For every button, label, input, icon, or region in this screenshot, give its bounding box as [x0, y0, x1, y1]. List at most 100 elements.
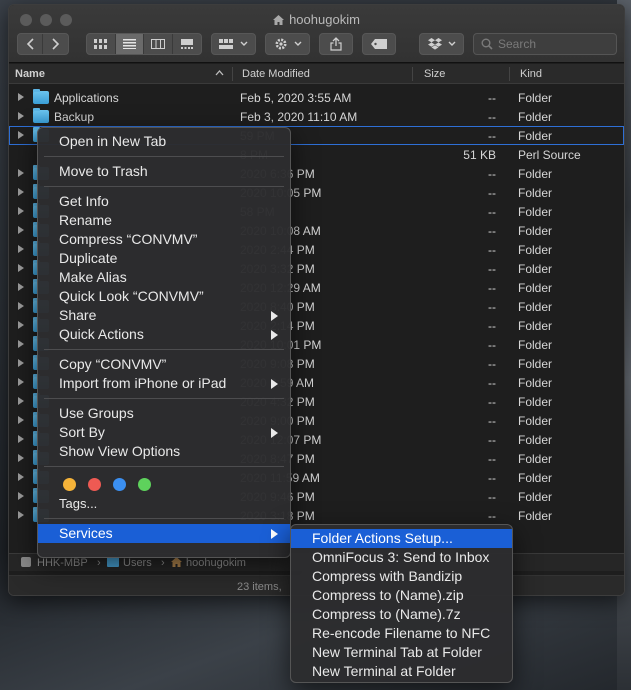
disclosure-triangle-icon[interactable]: [18, 112, 24, 120]
gallery-icon: [180, 39, 193, 49]
table-row[interactable]: Applications Feb 5, 2020 3:55 AM -- Folder: [9, 88, 624, 107]
disclosure-triangle-icon[interactable]: [18, 283, 24, 291]
columns-icon: [150, 39, 165, 49]
column-date-header[interactable]: Date Modified: [242, 68, 310, 80]
menu-separator: [44, 349, 284, 350]
menu-item-tags[interactable]: Tags...: [38, 494, 290, 513]
disclosure-triangle-icon[interactable]: [18, 340, 24, 348]
dropbox-button[interactable]: [419, 33, 464, 55]
menu-item-quick-actions-label: Quick Actions: [59, 326, 144, 342]
disclosure-triangle-icon[interactable]: [18, 169, 24, 177]
icon-view-button[interactable]: [87, 34, 116, 54]
column-separator[interactable]: [232, 67, 233, 81]
disclosure-triangle-icon[interactable]: [18, 435, 24, 443]
menu-item-share[interactable]: Share: [38, 306, 290, 325]
row-size: --: [488, 224, 496, 238]
list-view-button[interactable]: [115, 34, 144, 54]
disclosure-triangle-icon[interactable]: [18, 93, 24, 101]
row-size: --: [488, 414, 496, 428]
forward-button[interactable]: [43, 34, 68, 54]
disclosure-triangle-icon[interactable]: [18, 207, 24, 215]
submenu-arrow-icon: [271, 330, 278, 340]
column-name-header[interactable]: Name: [15, 68, 45, 80]
services-item[interactable]: Folder Actions Setup...: [291, 529, 512, 548]
row-kind: Folder: [518, 91, 553, 105]
back-button[interactable]: [18, 34, 44, 54]
row-kind: Folder: [518, 262, 553, 276]
column-view-button[interactable]: [144, 34, 173, 54]
search-field[interactable]: Search: [473, 33, 617, 55]
disclosure-triangle-icon[interactable]: [18, 511, 24, 519]
view-mode-switcher: [86, 33, 202, 55]
disclosure-triangle-icon[interactable]: [18, 416, 24, 424]
menu-item-show-view-options[interactable]: Show View Options: [38, 442, 290, 461]
services-item[interactable]: Compress with Bandizip: [291, 567, 512, 586]
row-kind: Folder: [518, 509, 553, 523]
gallery-view-button[interactable]: [173, 34, 201, 54]
disclosure-triangle-icon[interactable]: [18, 321, 24, 329]
disclosure-triangle-icon[interactable]: [18, 359, 24, 367]
menu-item-move-to-trash[interactable]: Move to Trash: [38, 162, 290, 181]
disclosure-triangle-icon[interactable]: [18, 226, 24, 234]
dropbox-icon: [427, 38, 442, 50]
menu-item-quick-actions[interactable]: Quick Actions: [38, 325, 290, 344]
menu-item-duplicate[interactable]: Duplicate: [38, 249, 290, 268]
table-row[interactable]: Backup Feb 3, 2020 11:10 AM -- Folder: [9, 107, 624, 126]
disclosure-triangle-icon[interactable]: [18, 264, 24, 272]
services-item[interactable]: Compress to (Name).zip: [291, 586, 512, 605]
disclosure-triangle-icon[interactable]: [18, 302, 24, 310]
disclosure-triangle-icon[interactable]: [18, 492, 24, 500]
disclosure-triangle-icon[interactable]: [18, 245, 24, 253]
path-drive[interactable]: HHK-MBP: [37, 557, 88, 569]
disclosure-triangle-icon[interactable]: [18, 131, 24, 139]
share-button[interactable]: [319, 33, 353, 55]
disclosure-triangle-icon[interactable]: [18, 397, 24, 405]
disclosure-triangle-icon[interactable]: [18, 473, 24, 481]
row-kind: Folder: [518, 129, 553, 143]
column-size-header[interactable]: Size: [424, 68, 445, 80]
row-size: --: [488, 91, 496, 105]
group-by-button[interactable]: [211, 33, 256, 55]
disclosure-triangle-icon[interactable]: [18, 188, 24, 196]
menu-item-get-info[interactable]: Get Info: [38, 192, 290, 211]
menu-item-make-alias[interactable]: Make Alias: [38, 268, 290, 287]
column-kind-header[interactable]: Kind: [520, 68, 542, 80]
menu-item-sort-by[interactable]: Sort By: [38, 423, 290, 442]
tag-red-dot[interactable]: [88, 478, 101, 491]
column-separator[interactable]: [412, 67, 413, 81]
row-size: --: [488, 262, 496, 276]
menu-item-services[interactable]: Services: [38, 524, 290, 543]
menu-item-import-iphone[interactable]: Import from iPhone or iPad: [38, 374, 290, 393]
menu-item-use-groups[interactable]: Use Groups: [38, 404, 290, 423]
tag-color-picker: [38, 472, 290, 494]
services-item[interactable]: OmniFocus 3: Send to Inbox: [291, 548, 512, 567]
edit-tags-button[interactable]: [362, 33, 396, 55]
tag-green-dot[interactable]: [138, 478, 151, 491]
menu-item-quick-look[interactable]: Quick Look “CONVMV”: [38, 287, 290, 306]
menu-separator: [44, 156, 284, 157]
disclosure-triangle-icon[interactable]: [18, 378, 24, 386]
menu-item-open-new-tab[interactable]: Open in New Tab: [38, 132, 290, 151]
services-item[interactable]: Re-encode Filename to NFC: [291, 624, 512, 643]
path-home[interactable]: hoohugokim: [186, 557, 246, 569]
context-menu: Open in New Tab Move to Trash Get Info R…: [37, 127, 291, 558]
services-item[interactable]: New Terminal at Folder: [291, 662, 512, 681]
menu-item-copy[interactable]: Copy “CONVMV”: [38, 355, 290, 374]
row-size: --: [488, 186, 496, 200]
tag-orange-dot[interactable]: [63, 478, 76, 491]
row-kind: Folder: [518, 319, 553, 333]
path-users[interactable]: Users: [123, 557, 152, 569]
chevron-left-icon: [26, 38, 34, 50]
column-separator[interactable]: [509, 67, 510, 81]
tag-blue-dot[interactable]: [113, 478, 126, 491]
menu-item-rename[interactable]: Rename: [38, 211, 290, 230]
row-kind: Folder: [518, 376, 553, 390]
services-item[interactable]: New Terminal Tab at Folder: [291, 643, 512, 662]
services-item[interactable]: Compress to (Name).7z: [291, 605, 512, 624]
row-size: --: [488, 205, 496, 219]
disclosure-triangle-icon[interactable]: [18, 454, 24, 462]
action-menu-button[interactable]: [265, 33, 310, 55]
row-kind: Folder: [518, 471, 553, 485]
menu-item-compress[interactable]: Compress “CONVMV”: [38, 230, 290, 249]
row-kind: Folder: [518, 414, 553, 428]
